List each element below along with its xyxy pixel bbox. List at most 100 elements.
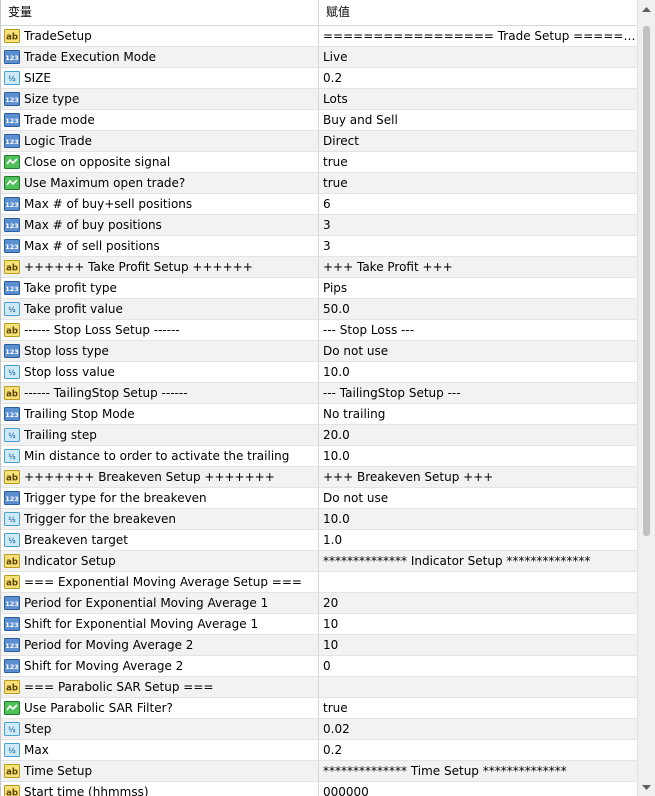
value-cell[interactable]: --- TailingStop Setup ---: [319, 383, 637, 403]
value-cell[interactable]: 20: [319, 593, 637, 613]
variable-cell[interactable]: ab === Exponential Moving Average Setup =…: [1, 572, 319, 592]
table-row[interactable]: 123 Trigger type for the breakeven Do not …: [1, 488, 637, 509]
variable-cell[interactable]: ab ------ Stop Loss Setup ------: [1, 320, 319, 340]
value-cell[interactable]: Do not use: [319, 341, 637, 361]
variable-cell[interactable]: Close on opposite signal: [1, 152, 319, 172]
variable-cell[interactable]: ab === Parabolic SAR Setup ===: [1, 677, 319, 697]
value-cell[interactable]: ************** Time Setup **************: [319, 761, 637, 781]
value-cell[interactable]: 10.0: [319, 446, 637, 466]
value-cell[interactable]: 6: [319, 194, 637, 214]
column-header-variable[interactable]: 变量: [1, 0, 319, 25]
value-cell[interactable]: true: [319, 698, 637, 718]
variable-cell[interactable]: 123 Size type: [1, 89, 319, 109]
table-row[interactable]: ab TradeSetup ================= Trade Setu…: [1, 26, 637, 47]
variable-cell[interactable]: ab +++++++ Breakeven Setup +++++++: [1, 467, 319, 487]
table-row[interactable]: 123 Max # of buy+sell positions 6: [1, 194, 637, 215]
table-row[interactable]: ½ Stop loss value 10.0: [1, 362, 637, 383]
table-row[interactable]: 123 Max # of sell positions 3: [1, 236, 637, 257]
variable-cell[interactable]: ab Indicator Setup: [1, 551, 319, 571]
table-row[interactable]: 123 Stop loss type Do not use: [1, 341, 637, 362]
variable-cell[interactable]: 123 Trailing Stop Mode: [1, 404, 319, 424]
variable-cell[interactable]: 123 Trade Execution Mode: [1, 47, 319, 67]
value-cell[interactable]: ================= Trade Setup ========..…: [319, 26, 637, 46]
value-cell[interactable]: Direct: [319, 131, 637, 151]
value-cell[interactable]: 0: [319, 656, 637, 676]
variable-cell[interactable]: ½ Trigger for the breakeven: [1, 509, 319, 529]
table-row[interactable]: ab +++++++ Breakeven Setup +++++++ +++ Bre…: [1, 467, 637, 488]
value-cell[interactable]: No trailing: [319, 404, 637, 424]
variable-cell[interactable]: ab ++++++ Take Profit Setup ++++++: [1, 257, 319, 277]
table-row[interactable]: 123 Logic Trade Direct: [1, 131, 637, 152]
value-cell[interactable]: Live: [319, 47, 637, 67]
table-row[interactable]: 123 Trade Execution Mode Live: [1, 47, 637, 68]
table-row[interactable]: Use Parabolic SAR Filter? true: [1, 698, 637, 719]
variable-cell[interactable]: Use Parabolic SAR Filter?: [1, 698, 319, 718]
variable-cell[interactable]: 123 Take profit type: [1, 278, 319, 298]
variable-cell[interactable]: 123 Trigger type for the breakeven: [1, 488, 319, 508]
value-cell[interactable]: 000000: [319, 782, 637, 796]
value-cell[interactable]: ************** Indicator Setup *********…: [319, 551, 637, 571]
variable-cell[interactable]: ab TradeSetup: [1, 26, 319, 46]
table-row[interactable]: ab ------ Stop Loss Setup ------ --- Stop …: [1, 320, 637, 341]
value-cell[interactable]: 1.0: [319, 530, 637, 550]
variable-cell[interactable]: ab Start time (hhmmss): [1, 782, 319, 796]
table-row[interactable]: 123 Trailing Stop Mode No trailing: [1, 404, 637, 425]
value-cell[interactable]: +++ Take Profit +++: [319, 257, 637, 277]
value-cell[interactable]: --- Stop Loss ---: [319, 320, 637, 340]
table-row[interactable]: 123 Period for Moving Average 2 10: [1, 635, 637, 656]
value-cell[interactable]: Do not use: [319, 488, 637, 508]
variable-cell[interactable]: ½ Min distance to order to activate the t…: [1, 446, 319, 466]
table-row[interactable]: ½ Step 0.02: [1, 719, 637, 740]
value-cell[interactable]: 3: [319, 215, 637, 235]
variable-cell[interactable]: 123 Max # of buy positions: [1, 215, 319, 235]
variable-cell[interactable]: 123 Max # of sell positions: [1, 236, 319, 256]
variable-cell[interactable]: ½ SIZE: [1, 68, 319, 88]
column-header-value[interactable]: 赋值: [319, 0, 637, 25]
value-cell[interactable]: +++ Breakeven Setup +++: [319, 467, 637, 487]
table-row[interactable]: Close on opposite signal true: [1, 152, 637, 173]
value-cell[interactable]: 10: [319, 614, 637, 634]
variable-cell[interactable]: ab ------ TailingStop Setup ------: [1, 383, 319, 403]
scroll-up-arrow-icon[interactable]: [638, 0, 655, 17]
value-cell[interactable]: 20.0: [319, 425, 637, 445]
table-row[interactable]: ½ Trigger for the breakeven 10.0: [1, 509, 637, 530]
value-cell[interactable]: 0.02: [319, 719, 637, 739]
scrollbar-thumb[interactable]: [643, 26, 650, 536]
table-row[interactable]: ½ SIZE 0.2: [1, 68, 637, 89]
table-row[interactable]: Use Maximum open trade? true: [1, 173, 637, 194]
variable-cell[interactable]: 123 Logic Trade: [1, 131, 319, 151]
table-row[interactable]: ½ Take profit value 50.0: [1, 299, 637, 320]
value-cell[interactable]: 50.0: [319, 299, 637, 319]
table-row[interactable]: 123 Size type Lots: [1, 89, 637, 110]
value-cell[interactable]: 0.2: [319, 68, 637, 88]
variable-cell[interactable]: 123 Period for Moving Average 2: [1, 635, 319, 655]
variable-cell[interactable]: 123 Stop loss type: [1, 341, 319, 361]
table-row[interactable]: ab Time Setup ************** Time Setup **…: [1, 761, 637, 782]
value-cell[interactable]: 10.0: [319, 509, 637, 529]
table-row[interactable]: ab === Exponential Moving Average Setup =…: [1, 572, 637, 593]
table-row[interactable]: ab Start time (hhmmss) 000000: [1, 782, 637, 796]
scroll-down-arrow-icon[interactable]: [638, 779, 655, 796]
table-row[interactable]: ab Indicator Setup ************** Indicato…: [1, 551, 637, 572]
value-cell[interactable]: 10: [319, 635, 637, 655]
variable-cell[interactable]: ½ Trailing step: [1, 425, 319, 445]
value-cell[interactable]: Pips: [319, 278, 637, 298]
variable-cell[interactable]: 123 Trade mode: [1, 110, 319, 130]
table-row[interactable]: ½ Breakeven target 1.0: [1, 530, 637, 551]
value-cell[interactable]: 3: [319, 236, 637, 256]
value-cell[interactable]: Buy and Sell: [319, 110, 637, 130]
value-cell[interactable]: [319, 677, 637, 697]
table-row[interactable]: ½ Min distance to order to activate the t…: [1, 446, 637, 467]
variable-cell[interactable]: 123 Period for Exponential Moving Average…: [1, 593, 319, 613]
table-row[interactable]: ab === Parabolic SAR Setup ===: [1, 677, 637, 698]
variable-cell[interactable]: 123 Max # of buy+sell positions: [1, 194, 319, 214]
variable-cell[interactable]: 123 Shift for Moving Average 2: [1, 656, 319, 676]
table-row[interactable]: 123 Shift for Moving Average 2 0: [1, 656, 637, 677]
table-row[interactable]: 123 Max # of buy positions 3: [1, 215, 637, 236]
variable-cell[interactable]: ½ Take profit value: [1, 299, 319, 319]
variable-cell[interactable]: ½ Breakeven target: [1, 530, 319, 550]
table-row[interactable]: ½ Trailing step 20.0: [1, 425, 637, 446]
value-cell[interactable]: Lots: [319, 89, 637, 109]
table-row[interactable]: 123 Shift for Exponential Moving Average …: [1, 614, 637, 635]
table-row[interactable]: 123 Trade mode Buy and Sell: [1, 110, 637, 131]
